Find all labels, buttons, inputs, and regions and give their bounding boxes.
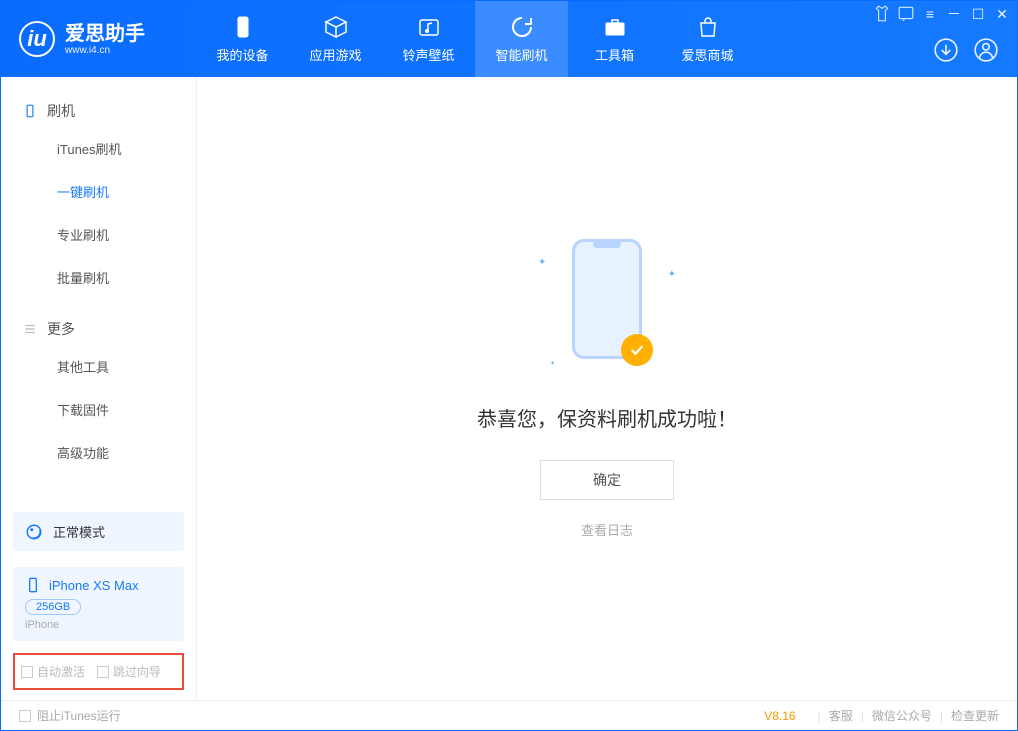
sidebar-group-label: 刷机 [47, 101, 75, 121]
refresh-icon [510, 15, 534, 39]
shirt-icon[interactable] [873, 5, 891, 23]
app-title: 爱思助手 [65, 23, 145, 45]
skip-guide-checkbox[interactable]: 跳过向导 [97, 663, 161, 680]
checkbox-label: 跳过向导 [113, 663, 161, 680]
success-illustration: ✦ ✦ ✦ [572, 239, 642, 359]
nav-tab-ringtones[interactable]: 铃声壁纸 [382, 1, 475, 77]
sparkle-icon: ✦ [538, 257, 546, 268]
music-folder-icon [417, 15, 441, 39]
nav-tab-label: 爱思商城 [681, 45, 733, 64]
nav-tab-label: 应用游戏 [309, 45, 361, 64]
nav-tab-label: 铃声壁纸 [402, 45, 454, 64]
nav-tab-label: 我的设备 [216, 45, 268, 64]
mode-label: 正常模式 [53, 522, 105, 541]
titlebar: iu 爱思助手 www.i4.cn 我的设备 应用游戏 铃声壁纸 智能刷机 [1, 1, 1017, 77]
nav-tab-store[interactable]: 爱思商城 [661, 1, 754, 77]
ok-button[interactable]: 确定 [540, 460, 674, 500]
logo-icon: iu [19, 21, 55, 57]
block-itunes-checkbox[interactable]: 阻止iTunes运行 [19, 707, 121, 724]
statusbar: 阻止iTunes运行 V8.16 | 客服 | 微信公众号 | 检查更新 [1, 700, 1017, 730]
sparkle-icon: ✦ [668, 269, 676, 280]
success-title: 恭喜您，保资料刷机成功啦！ [477, 403, 737, 432]
sidebar-item-other[interactable]: 其他工具 [1, 345, 196, 388]
nav-tab-apps[interactable]: 应用游戏 [289, 1, 382, 77]
minimize-icon[interactable]: － [945, 5, 963, 23]
window-controls: ≡ － ☐ ✕ [873, 5, 1011, 23]
toolbox-icon [603, 15, 627, 39]
nav-tab-label: 工具箱 [595, 45, 634, 64]
sidebar-group-label: 更多 [47, 319, 75, 339]
mode-icon [25, 523, 43, 541]
user-icon[interactable] [973, 37, 999, 63]
close-icon[interactable]: ✕ [993, 5, 1011, 23]
device-type: iPhone [25, 619, 172, 631]
sidebar-item-batch[interactable]: 批量刷机 [1, 256, 196, 299]
main-panel: ✦ ✦ ✦ 恭喜您，保资料刷机成功啦！ 确定 查看日志 [197, 77, 1017, 700]
sidebar: 刷机 iTunes刷机 一键刷机 专业刷机 批量刷机 更多 其他工具 下载固件 … [1, 77, 197, 700]
checkbox-label: 阻止iTunes运行 [37, 707, 121, 724]
cube-icon [324, 15, 348, 39]
device-capacity: 256GB [25, 599, 81, 615]
nav-tab-device[interactable]: 我的设备 [196, 1, 289, 77]
check-badge-icon [621, 334, 653, 366]
app-window: iu 爱思助手 www.i4.cn 我的设备 应用游戏 铃声壁纸 智能刷机 [0, 0, 1018, 731]
list-icon [23, 322, 37, 336]
logo-area: iu 爱思助手 www.i4.cn [1, 21, 196, 57]
menu-icon[interactable]: ≡ [921, 5, 939, 23]
download-icon[interactable] [933, 37, 959, 63]
view-log-link[interactable]: 查看日志 [581, 520, 633, 539]
feedback-icon[interactable] [897, 5, 915, 23]
nav-tab-tools[interactable]: 工具箱 [568, 1, 661, 77]
version-label: V8.16 [764, 709, 795, 723]
sidebar-item-itunes[interactable]: iTunes刷机 [1, 127, 196, 170]
mode-box[interactable]: 正常模式 [13, 512, 184, 551]
bag-icon [696, 15, 720, 39]
phone-icon [231, 15, 255, 39]
sidebar-group-more: 更多 [1, 313, 196, 345]
status-link-update[interactable]: 检查更新 [951, 707, 999, 724]
status-link-support[interactable]: 客服 [829, 707, 853, 724]
sidebar-item-oneclick[interactable]: 一键刷机 [1, 170, 196, 213]
sidebar-item-advanced[interactable]: 高级功能 [1, 431, 196, 474]
nav-tab-flash[interactable]: 智能刷机 [475, 1, 568, 77]
nav-tab-label: 智能刷机 [495, 45, 547, 64]
nav-tabs: 我的设备 应用游戏 铃声壁纸 智能刷机 工具箱 爱思商城 [196, 1, 754, 77]
device-box[interactable]: iPhone XS Max 256GB iPhone [13, 567, 184, 641]
device-icon [25, 577, 41, 593]
auto-activate-checkbox[interactable]: 自动激活 [21, 663, 85, 680]
titlebar-right-icons [933, 37, 999, 63]
app-subtitle: www.i4.cn [65, 45, 145, 56]
body-area: 刷机 iTunes刷机 一键刷机 专业刷机 批量刷机 更多 其他工具 下载固件 … [1, 77, 1017, 700]
checkbox-label: 自动激活 [37, 663, 85, 680]
device-name: iPhone XS Max [49, 578, 139, 593]
sidebar-item-pro[interactable]: 专业刷机 [1, 213, 196, 256]
sidebar-item-firmware[interactable]: 下载固件 [1, 388, 196, 431]
sidebar-group-flash: 刷机 [1, 95, 196, 127]
status-link-wechat[interactable]: 微信公众号 [872, 707, 932, 724]
phone-illustration [572, 239, 642, 359]
maximize-icon[interactable]: ☐ [969, 5, 987, 23]
sparkle-icon: ✦ [550, 360, 555, 367]
phone-outline-icon [23, 104, 37, 118]
options-highlighted-box: 自动激活 跳过向导 [13, 653, 184, 690]
